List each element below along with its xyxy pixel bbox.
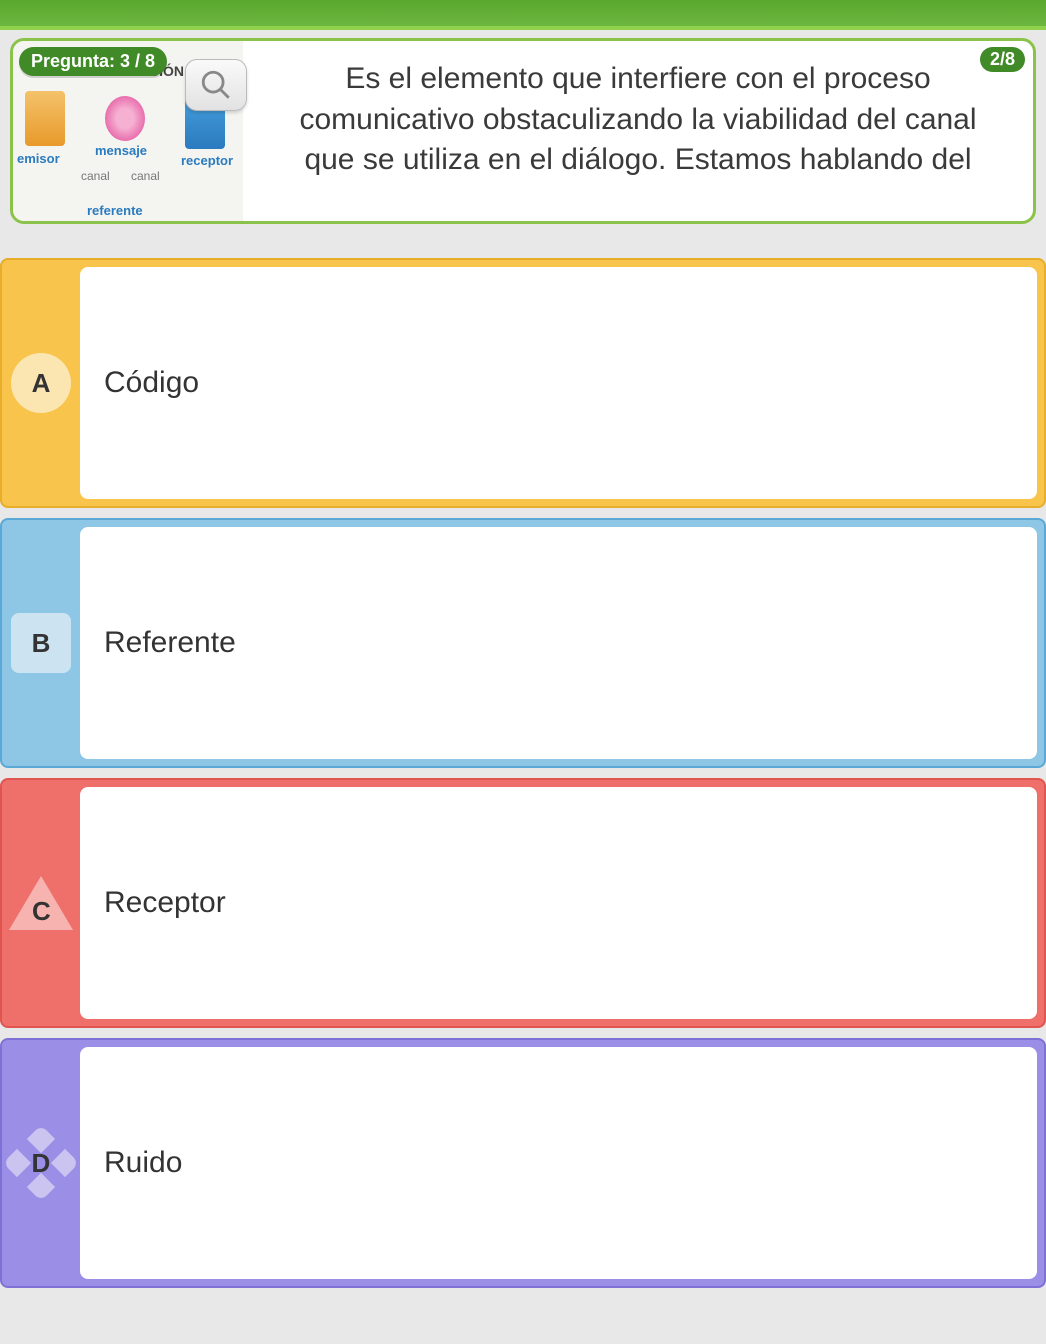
question-progress-badge: Pregunta: 3 / 8 — [19, 47, 167, 76]
diamond-icon: D — [3, 1125, 79, 1201]
answer-text: Ruido — [80, 1047, 1037, 1279]
answer-option-d[interactable]: D Ruido — [0, 1038, 1046, 1288]
question-count-badge: 2/8 — [980, 47, 1025, 72]
question-card: Pregunta: 3 / 8 2/8 COMUNICACIÓN emisor … — [10, 38, 1036, 224]
answer-marker-side: C — [2, 780, 80, 1026]
top-bar — [0, 0, 1046, 30]
answer-text: Referente — [80, 527, 1037, 759]
label-emisor: emisor — [17, 151, 60, 166]
answer-letter: A — [32, 368, 51, 399]
label-mensaje: mensaje — [95, 143, 147, 158]
label-receptor: receptor — [181, 153, 233, 168]
answers-list: A Código B Referente C Receptor D Ruido — [0, 224, 1046, 1288]
triangle-icon: C — [9, 876, 73, 930]
question-text: Es el elemento que interfiere con el pro… — [243, 41, 1033, 221]
magnifier-icon — [199, 68, 233, 102]
zoom-image-button[interactable] — [185, 59, 247, 111]
answer-letter: C — [32, 896, 50, 927]
emisor-icon — [25, 91, 65, 146]
answer-marker-side: D — [2, 1040, 80, 1286]
answer-text: Receptor — [80, 787, 1037, 1019]
label-referente: referente — [87, 203, 143, 218]
answer-marker-side: A — [2, 260, 80, 506]
square-icon: B — [11, 613, 71, 673]
answer-option-a[interactable]: A Código — [0, 258, 1046, 508]
mensaje-icon — [105, 96, 145, 141]
answer-option-b[interactable]: B Referente — [0, 518, 1046, 768]
answer-letter: D — [32, 1148, 51, 1179]
answer-letter: B — [32, 628, 51, 659]
answer-marker-side: B — [2, 520, 80, 766]
label-canal-left: canal — [81, 169, 110, 183]
circle-icon: A — [11, 353, 71, 413]
answer-text: Código — [80, 267, 1037, 499]
answer-option-c[interactable]: C Receptor — [0, 778, 1046, 1028]
label-canal-right: canal — [131, 169, 160, 183]
